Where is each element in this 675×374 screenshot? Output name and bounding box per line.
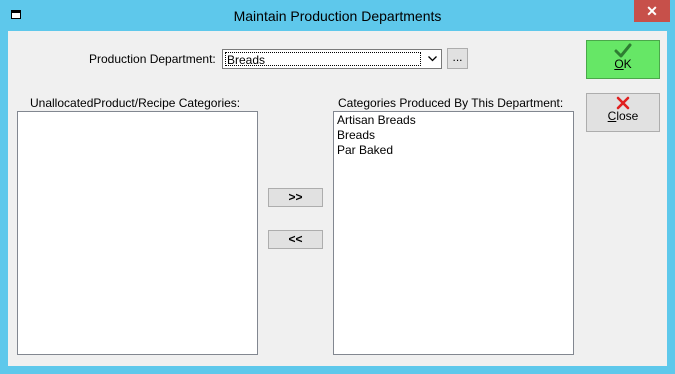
unallocated-categories-list[interactable] (17, 111, 258, 355)
title-bar[interactable]: Maintain Production Departments ✕ (0, 0, 675, 31)
list-item[interactable]: Breads (337, 128, 570, 143)
list-item[interactable]: Artisan Breads (337, 113, 570, 128)
list-item[interactable]: Par Baked (337, 143, 570, 158)
checkmark-icon (614, 43, 632, 58)
chevron-down-icon[interactable] (424, 51, 440, 67)
ok-button[interactable]: OK (586, 40, 660, 79)
window-close-button[interactable]: ✕ (634, 0, 670, 22)
browse-department-button[interactable]: ... (447, 48, 468, 69)
production-department-select[interactable]: Breads (222, 49, 442, 69)
remove-category-button[interactable]: << (268, 230, 323, 249)
red-x-icon (616, 96, 630, 110)
close-button[interactable]: Close (586, 93, 660, 132)
add-category-button[interactable]: >> (268, 188, 323, 207)
production-department-value: Breads (225, 52, 421, 67)
produced-categories-label: Categories Produced By This Department: (338, 96, 564, 110)
produced-categories-list[interactable]: Artisan Breads Breads Par Baked (333, 111, 574, 355)
ok-button-label: OK (614, 57, 632, 71)
window-title: Maintain Production Departments (233, 8, 442, 24)
production-department-label: Production Department: (89, 52, 216, 66)
close-button-label: Close (607, 109, 639, 123)
dialog-body: Production Department: Breads ... OK Clo… (8, 31, 667, 366)
unallocated-categories-label: UnallocatedProduct/Recipe Categories: (30, 96, 241, 110)
